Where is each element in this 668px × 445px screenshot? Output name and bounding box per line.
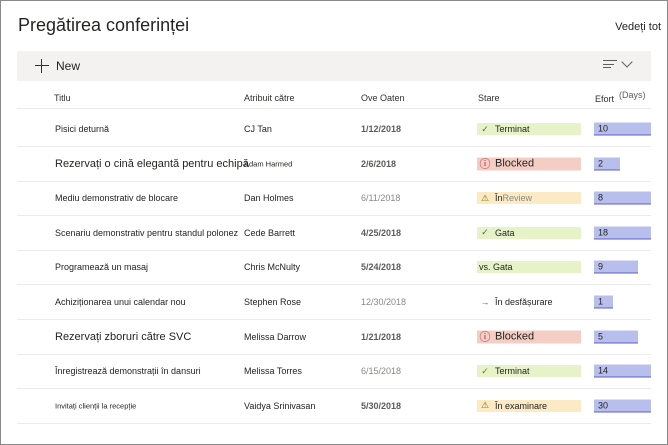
row-assigned-to: Adam Harmed [244,159,293,169]
effort-header-label: Efort [595,94,615,104]
row-status: → În desfășurare [477,296,581,308]
blocked-info-icon: ⓘ [479,158,491,171]
row-status-label: Blocked [495,157,535,170]
row-effort-bar: 8 [594,191,651,205]
row-assigned-to: Chris McNulty [244,262,301,273]
row-effort-bar: 14 [594,364,651,378]
row-assigned-to: Vaidya Srinivasan [244,400,316,411]
row-assigned-to: Melissa Darrow [244,331,307,342]
row-status: vs. Gata [477,261,581,274]
list-row[interactable]: Scenariu demonstrativ pentru standul pol… [17,216,651,251]
row-status-label: Terminat [495,366,530,377]
row-effort-bar: 9 [594,260,638,274]
row-assigned-to: Stephen Rose [244,297,302,307]
row-effort-bar: 5 [594,330,638,344]
row-assigned-to: Melissa Torres [244,366,302,377]
list-row[interactable]: Rezervați zboruri către SVC Melissa Darro… [17,320,651,355]
arrow-right-icon: → [480,297,490,307]
effort-header-unit: (Days) [619,90,646,100]
list-row[interactable]: Programează un masaj Chris McNulty 5/24/20… [17,250,651,286]
row-title[interactable]: Pisici deturnă [55,124,109,134]
sort-lines-icon [603,59,617,69]
column-header-assigned[interactable]: Atribuit către [244,93,295,103]
list-row[interactable]: Înregistrează demonstrații în dansuri Mel… [17,354,651,390]
row-effort-bar: 1 [594,295,613,309]
row-due-date: 6/15/2018 [361,366,402,377]
column-header-due[interactable]: Ove Oaten [361,93,405,103]
check-icon: ✓ [481,227,489,238]
row-status-label: vs. Gata [479,262,513,273]
row-assigned-to: CJ Tan [244,124,272,134]
row-due-date: 1/21/2018 [361,331,402,342]
row-due-date: 2/6/2018 [361,158,397,169]
warning-icon: ⚠ [480,400,490,411]
row-effort-bar: 10 [594,122,651,136]
column-header-effort[interactable]: Efort (Days) [595,90,646,104]
warning-icon: ⚠ [480,192,490,203]
row-status: ⓘ Blocked [477,330,581,344]
list-row[interactable]: Pisici deturnă CJ Tan 1/12/2018 ✓ Terminat 10 [17,112,651,147]
row-title[interactable]: Achiziționarea unui calendar nou [55,297,186,307]
row-status: ✓ Gata [477,226,581,239]
view-options-button[interactable] [603,56,633,69]
column-header-title[interactable]: Titlu [54,93,71,103]
row-due-date: 4/25/2018 [361,227,402,238]
blocked-info-icon: ⓘ [479,331,491,344]
plus-icon [35,59,49,73]
row-status: ⚠ În Review [477,192,581,205]
row-status-label: Terminat [495,124,530,134]
row-status-label: În desfășurare [495,297,553,307]
list-row[interactable]: Achiziționarea unui calendar nou Stephen … [17,285,651,320]
check-icon: ✓ [481,123,489,134]
row-effort-bar: 30 [594,399,651,413]
row-status-label: Blocked [495,330,535,343]
chevron-down-icon [621,56,633,68]
row-title[interactable]: Înregistrează demonstrații în dansuri [55,366,201,376]
command-bar: New [17,51,651,81]
new-button[interactable]: New [35,57,80,75]
page-title: Pregătirea conferinței [18,15,190,35]
row-title[interactable]: Programează un masaj [55,262,148,272]
row-title[interactable]: Invitați clienții la recepție [55,401,136,410]
row-status: ✓ Terminat [477,365,581,378]
list-web-part: Pregătirea conferinței Vedeți tot New Ti… [0,0,668,445]
row-status: ⓘ Blocked [477,157,581,171]
row-title[interactable]: Rezervați o cină elegantă pentru echipă [55,158,249,170]
row-status-label: În examinare [495,400,548,411]
row-assigned-to: Dan Holmes [244,193,294,204]
row-title[interactable]: Mediu demonstrativ de blocare [55,193,178,203]
see-all-link[interactable]: Vedeți tot [615,21,661,33]
row-status-suffix: Review [502,193,533,204]
row-title[interactable]: Rezervați zboruri către SVC [55,331,191,343]
header-divider [17,108,651,109]
row-status: ✓ Terminat [477,123,581,135]
row-effort-bar: 2 [594,157,620,171]
list-row[interactable]: Invitați clienții la recepție Vaidya Srin… [17,389,651,424]
row-status-label: În [495,193,503,204]
row-status-label: Gata [495,227,515,238]
row-due-date: 5/30/2018 [361,400,402,411]
check-icon: ✓ [481,365,489,376]
row-assigned-to: Cede Barrett [244,227,296,238]
column-header-status[interactable]: Stare [478,93,500,103]
row-effort-bar: 18 [594,226,651,240]
row-due-date: 12/30/2018 [361,297,407,307]
row-due-date: 1/12/2018 [361,124,402,134]
list-row[interactable]: Mediu demonstrativ de blocare Dan Holmes 6… [17,181,651,217]
row-status: ⚠ În examinare [477,399,581,412]
list-row[interactable]: Rezervați o cină elegantă pentru echipă A… [17,147,651,182]
row-title[interactable]: Scenariu demonstrativ pentru standul pol… [55,228,238,238]
row-due-date: 6/11/2018 [361,193,401,204]
new-button-label: New [56,59,81,73]
row-due-date: 5/24/2018 [361,262,402,273]
